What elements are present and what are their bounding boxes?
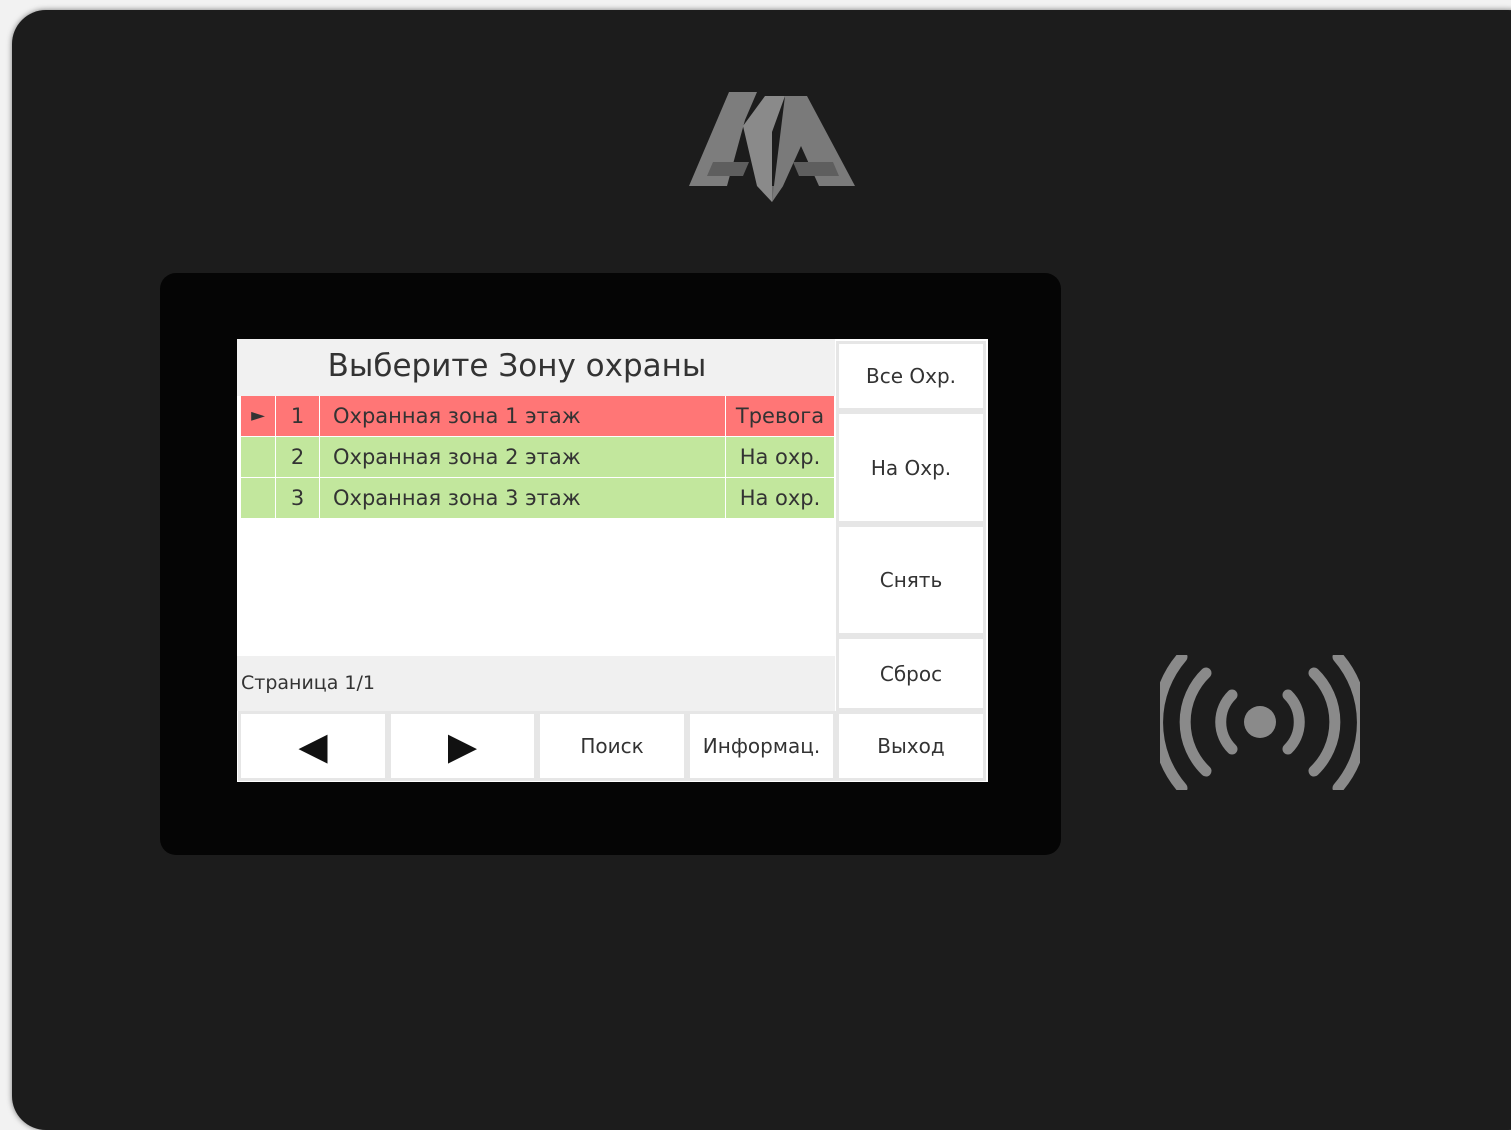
row-marker (241, 437, 275, 477)
arm-button[interactable]: На Охр. (836, 411, 986, 524)
page-title: Выберите Зону охраны (327, 348, 707, 384)
search-button[interactable]: Поиск (537, 711, 687, 781)
zone-row[interactable]: 2 Охранная зона 2 этаж На охр. (241, 437, 834, 477)
zone-name: Охранная зона 1 этаж (320, 396, 725, 436)
zone-status: Тревога (726, 396, 834, 436)
arm-all-button[interactable]: Все Охр. (836, 341, 986, 411)
zone-status: На охр. (726, 437, 834, 477)
info-button[interactable]: Информац. (687, 711, 836, 781)
zone-row[interactable]: ► 1 Охранная зона 1 этаж Тревога (241, 396, 834, 436)
zone-name: Охранная зона 3 этаж (320, 478, 725, 518)
zone-row[interactable]: 3 Охранная зона 3 этаж На охр. (241, 478, 834, 518)
page-indicator: Страница 1/1 (241, 672, 376, 694)
zone-number: 2 (276, 437, 319, 477)
brand-logo (689, 92, 855, 202)
touch-screen: Выберите Зону охраны ► 1 Охранная зона 1… (237, 339, 988, 782)
title-bar: Выберите Зону охраны (237, 339, 835, 396)
rfid-wireless-icon (1160, 655, 1360, 790)
reset-button[interactable]: Сброс (836, 636, 986, 711)
row-marker (241, 478, 275, 518)
zone-name: Охранная зона 2 этаж (320, 437, 725, 477)
selected-row-marker-icon: ► (241, 396, 275, 436)
prev-page-button[interactable]: ◀ (238, 711, 388, 781)
next-page-button[interactable]: ▶ (388, 711, 537, 781)
disarm-button[interactable]: Снять (836, 524, 986, 636)
zone-number: 3 (276, 478, 319, 518)
zone-table: ► 1 Охранная зона 1 этаж Тревога 2 Охран… (241, 396, 834, 519)
zone-number: 1 (276, 396, 319, 436)
exit-button[interactable]: Выход (836, 711, 986, 781)
zone-status: На охр. (726, 478, 834, 518)
